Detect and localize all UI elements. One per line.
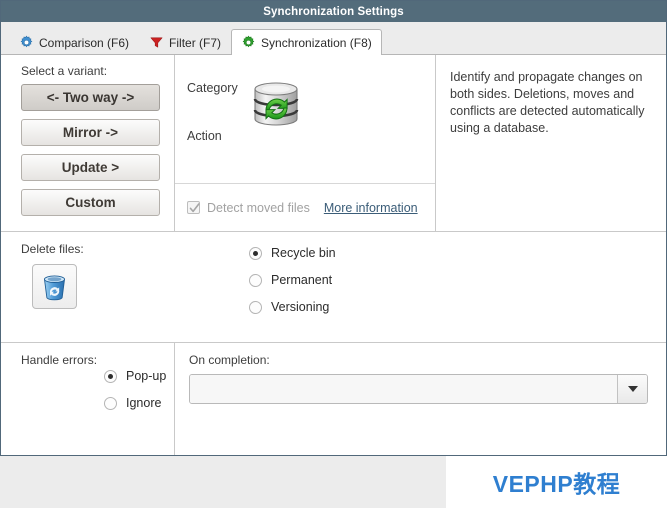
- on-completion-label: On completion:: [189, 353, 270, 367]
- delete-files-section: Delete files: Recycle bin Permanent Vers…: [1, 232, 666, 342]
- handle-errors-label: Handle errors:: [21, 353, 98, 367]
- dialog-body: Select a variant: <- Two way -> Mirror -…: [1, 55, 666, 455]
- delete-files-column: Delete files:: [1, 232, 174, 342]
- tab-filter-label: Filter (F7): [169, 35, 222, 50]
- green-gear-icon: [241, 35, 256, 50]
- variant-section: Select a variant: <- Two way -> Mirror -…: [1, 55, 666, 231]
- recycle-bin-icon[interactable]: [32, 264, 77, 309]
- select-variant-label: Select a variant:: [21, 64, 108, 78]
- radio-icon[interactable]: [104, 369, 117, 383]
- variant-description: Identify and propagate changes on both s…: [436, 55, 666, 231]
- chevron-down-icon[interactable]: [617, 375, 647, 403]
- handle-errors-column: Handle errors: Pop-up Ignore: [1, 343, 174, 455]
- radio-icon[interactable]: [249, 246, 262, 260]
- variant-two-way-button[interactable]: <- Two way ->: [21, 84, 160, 111]
- checkbox-icon[interactable]: [187, 201, 200, 214]
- delete-option-recycle-bin[interactable]: Recycle bin: [249, 246, 666, 260]
- window-footer-area: [0, 456, 446, 508]
- delete-option-recycle-bin-label: Recycle bin: [271, 246, 336, 260]
- action-label: Action: [187, 129, 222, 143]
- delete-files-label: Delete files:: [21, 242, 84, 256]
- variant-mirror-button[interactable]: Mirror ->: [21, 119, 160, 146]
- variant-update-button[interactable]: Update >: [21, 154, 160, 181]
- more-information-link[interactable]: More information: [324, 201, 418, 215]
- delete-option-versioning-label: Versioning: [271, 300, 330, 314]
- radio-icon[interactable]: [104, 396, 117, 410]
- error-option-ignore[interactable]: Ignore: [104, 396, 166, 410]
- on-completion-combobox[interactable]: [189, 374, 648, 404]
- variant-custom-button[interactable]: Custom: [21, 189, 160, 216]
- synchronization-settings-dialog: Synchronization Settings Comparison (F6): [0, 0, 667, 456]
- detect-moved-files-row: Detect moved files More information: [175, 183, 435, 231]
- detect-moved-files-label: Detect moved files: [207, 200, 310, 215]
- tab-comparison-label: Comparison (F6): [39, 35, 130, 50]
- on-completion-column: On completion:: [175, 343, 666, 455]
- category-action-inner: Category Action: [175, 55, 435, 183]
- database-sync-icon: [247, 77, 305, 135]
- delete-files-options: Recycle bin Permanent Versioning: [174, 232, 666, 342]
- on-completion-input[interactable]: [190, 375, 617, 403]
- delete-option-versioning[interactable]: Versioning: [249, 300, 666, 314]
- watermark: VEPHP教程: [446, 456, 667, 508]
- error-option-popup[interactable]: Pop-up: [104, 369, 166, 383]
- category-action-panel: Category Action Detect moved files More …: [175, 55, 436, 231]
- error-option-ignore-label: Ignore: [126, 396, 162, 410]
- window-titlebar: Synchronization Settings: [1, 1, 666, 22]
- watermark-text: VEPHP教程: [492, 471, 621, 497]
- variant-description-text: Identify and propagate changes on both s…: [450, 70, 645, 135]
- screenshot-root: VEPHP教程 Synchronization Settings Compari…: [0, 0, 667, 508]
- error-option-popup-label: Pop-up: [126, 369, 167, 383]
- tab-filter[interactable]: Filter (F7): [139, 29, 231, 55]
- variant-selector: Select a variant: <- Two way -> Mirror -…: [1, 55, 174, 231]
- tab-comparison[interactable]: Comparison (F6): [9, 29, 139, 55]
- delete-option-permanent-label: Permanent: [271, 273, 333, 287]
- window-title: Synchronization Settings: [263, 5, 404, 18]
- tab-synchronization-label: Synchronization (F8): [261, 35, 372, 50]
- tab-synchronization[interactable]: Synchronization (F8): [231, 29, 382, 56]
- category-label: Category: [187, 81, 238, 95]
- errors-completion-section: Handle errors: Pop-up Ignore On completi…: [1, 343, 666, 455]
- blue-gear-icon: [19, 35, 34, 50]
- radio-icon[interactable]: [249, 300, 262, 314]
- handle-errors-options: Pop-up Ignore: [104, 369, 166, 423]
- red-funnel-icon: [149, 35, 164, 50]
- detect-moved-files-checkbox-row[interactable]: Detect moved files: [187, 201, 310, 215]
- radio-icon[interactable]: [249, 273, 262, 287]
- delete-option-permanent[interactable]: Permanent: [249, 273, 666, 287]
- tab-strip: Comparison (F6) Filter (F7) Synchronizat…: [1, 22, 666, 56]
